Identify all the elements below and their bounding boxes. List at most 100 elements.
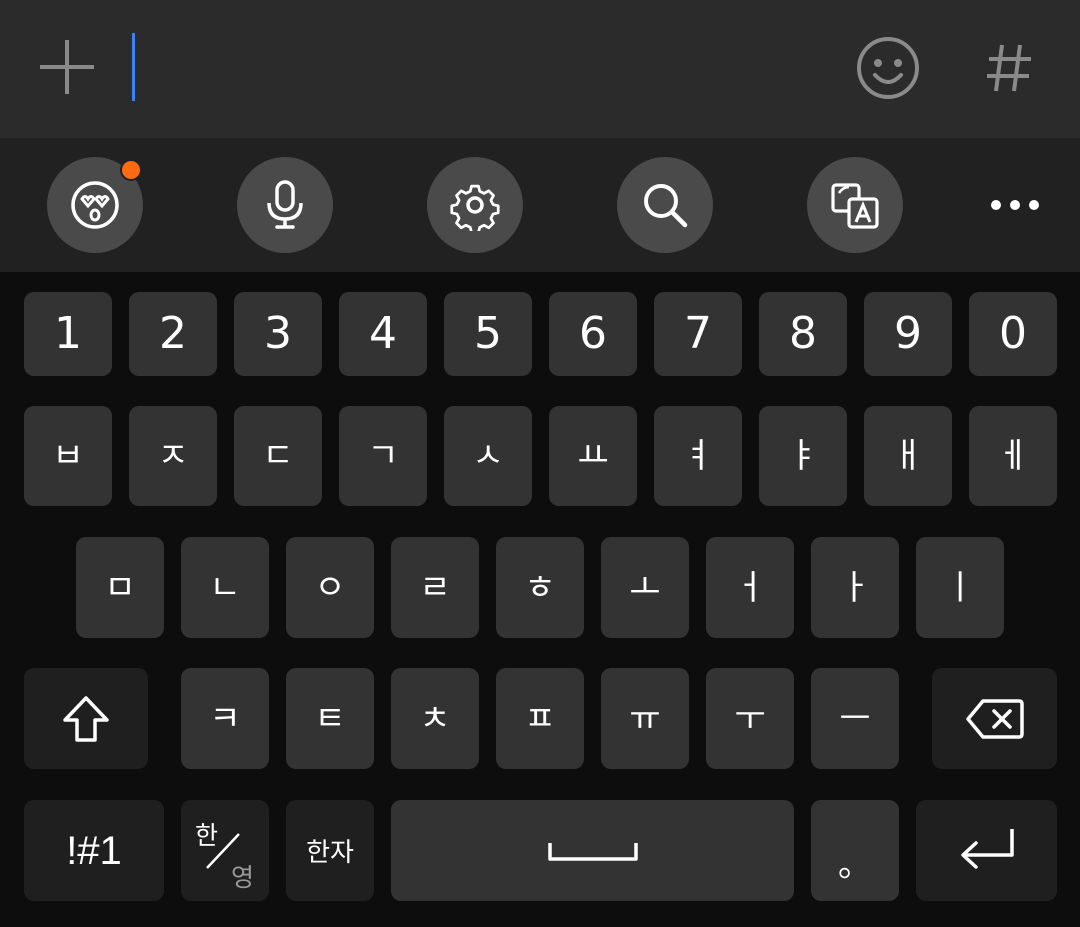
microphone-icon [267, 180, 303, 229]
language-switch-key[interactable]: 한 영 [181, 800, 269, 901]
plus-icon[interactable] [38, 38, 96, 96]
search-button[interactable] [617, 157, 713, 253]
key-label: ㄱ [367, 436, 399, 476]
key-ieung[interactable]: ㅇ [286, 537, 374, 638]
key-pieup[interactable]: ㅍ [496, 668, 584, 769]
heart-eyes-face-icon [71, 181, 119, 229]
hash-icon[interactable] [985, 42, 1033, 94]
key-a[interactable]: ㅏ [811, 537, 899, 638]
key-label: ㅜ [734, 698, 766, 739]
key-jieut[interactable]: ㅈ [129, 406, 217, 506]
key-siot[interactable]: ㅅ [444, 406, 532, 506]
enter-key[interactable] [916, 800, 1057, 901]
key-label: ㅕ [682, 436, 714, 476]
key-label: ㅋ [209, 698, 241, 739]
key-label: ㅏ [839, 567, 871, 608]
shift-arrow-icon [63, 695, 109, 742]
key-label: ㅡ [839, 698, 871, 739]
gear-icon [450, 184, 500, 231]
notification-badge [120, 159, 142, 181]
key-i[interactable]: ㅣ [916, 537, 1004, 638]
key-o[interactable]: ㅗ [601, 537, 689, 638]
hanja-key[interactable]: 한자 [286, 800, 374, 901]
key-chieut[interactable]: ㅊ [391, 668, 479, 769]
key-1[interactable]: 1 [24, 292, 112, 376]
key-label: ㅛ [577, 436, 609, 476]
key-label: ㅈ [157, 436, 189, 476]
key-0[interactable]: 0 [969, 292, 1057, 376]
key-label: ㅔ [997, 436, 1029, 476]
language-english-label: 영 [231, 863, 255, 892]
key-tieut[interactable]: ㅌ [286, 668, 374, 769]
key-label: ㅂ [52, 436, 84, 476]
key-label: ㅍ [524, 698, 556, 739]
key-label: ㅗ [629, 567, 661, 608]
space-bracket-icon [547, 842, 638, 861]
key-yo[interactable]: ㅛ [549, 406, 637, 506]
shift-key[interactable] [24, 668, 148, 769]
key-2[interactable]: 2 [129, 292, 217, 376]
search-icon [644, 184, 688, 228]
translate-button[interactable] [807, 157, 903, 253]
key-hieut[interactable]: ㅎ [496, 537, 584, 638]
key-nieun[interactable]: ㄴ [181, 537, 269, 638]
key-label: ㅌ [314, 698, 346, 739]
key-label: ㄹ [419, 567, 451, 608]
settings-button[interactable] [427, 157, 523, 253]
key-label: 0 [999, 308, 1027, 359]
more-dots-icon[interactable] [988, 196, 1042, 214]
key-yu[interactable]: ㅠ [601, 668, 689, 769]
key-rieul[interactable]: ㄹ [391, 537, 479, 638]
key-label: ㄷ [262, 436, 294, 476]
key-yeo[interactable]: ㅕ [654, 406, 742, 506]
enter-arrow-icon [960, 828, 1014, 869]
key-ae[interactable]: ㅐ [864, 406, 952, 506]
key-label: 8 [789, 308, 817, 359]
key-9[interactable]: 9 [864, 292, 952, 376]
key-label: ㅎ [524, 567, 556, 608]
key-7[interactable]: 7 [654, 292, 742, 376]
key-5[interactable]: 5 [444, 292, 532, 376]
key-label: ㅓ [734, 567, 766, 608]
voice-input-button[interactable] [237, 157, 333, 253]
key-bieup[interactable]: ㅂ [24, 406, 112, 506]
symbols-label: !#1 [66, 828, 122, 873]
translate-icon [831, 183, 879, 229]
key-kieuk[interactable]: ㅋ [181, 668, 269, 769]
key-mieum[interactable]: ㅁ [76, 537, 164, 638]
backspace-key[interactable] [932, 668, 1057, 769]
key-label: ㅐ [892, 436, 924, 476]
key-e[interactable]: ㅔ [969, 406, 1057, 506]
key-u[interactable]: ㅜ [706, 668, 794, 769]
text-cursor [132, 33, 135, 101]
hanja-label: 한자 [306, 838, 354, 868]
key-digeut[interactable]: ㄷ [234, 406, 322, 506]
key-3[interactable]: 3 [234, 292, 322, 376]
key-eo[interactable]: ㅓ [706, 537, 794, 638]
key-label: 7 [684, 308, 712, 359]
key-6[interactable]: 6 [549, 292, 637, 376]
smiley-icon[interactable] [855, 35, 921, 101]
key-label: ㅇ [314, 567, 346, 608]
key-label: 1 [54, 308, 82, 359]
key-label: ㅊ [419, 698, 451, 739]
text-input-bar[interactable] [0, 0, 1080, 138]
key-label: ㅠ [629, 698, 661, 739]
key-8[interactable]: 8 [759, 292, 847, 376]
key-label: ㅣ [944, 567, 976, 608]
key-eu[interactable]: ㅡ [811, 668, 899, 769]
keyboard: 1 2 3 4 5 6 7 8 9 0 ㅂ ㅈ ㄷ ㄱ ㅅ ㅛ ㅕ ㅑ ㅐ ㅔ … [0, 272, 1080, 927]
key-label: ㅁ [104, 567, 136, 608]
key-giyeok[interactable]: ㄱ [339, 406, 427, 506]
key-label: ㅅ [472, 436, 504, 476]
key-label: 6 [579, 308, 607, 359]
symbols-key[interactable]: !#1 [24, 800, 164, 901]
space-key[interactable] [391, 800, 794, 901]
key-4[interactable]: 4 [339, 292, 427, 376]
backspace-icon [965, 698, 1024, 739]
key-ya[interactable]: ㅑ [759, 406, 847, 506]
key-label: 9 [894, 308, 922, 359]
keyboard-toolbar [0, 138, 1080, 272]
key-label: ㄴ [209, 567, 241, 608]
period-key[interactable]: 。 [811, 800, 899, 901]
